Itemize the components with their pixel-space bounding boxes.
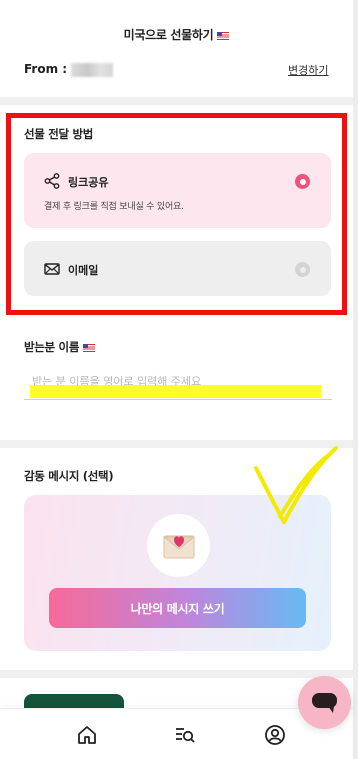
yellow-highlight-annotation <box>30 385 321 398</box>
account-icon[interactable] <box>264 724 286 746</box>
change-link[interactable]: 변경하기 <box>288 62 328 78</box>
us-flag-icon <box>83 343 96 352</box>
search-list-icon[interactable] <box>174 724 196 746</box>
option-description: 결제 후 링크를 직접 보내실 수 있어요. <box>44 202 184 212</box>
chat-button[interactable] <box>298 676 351 729</box>
scroll-gutter <box>353 0 358 759</box>
envelope-circle <box>147 514 210 577</box>
recipient-title: 받는분 이름 <box>24 339 96 355</box>
chat-icon <box>312 693 337 713</box>
from-label: From : <box>24 62 68 76</box>
header: 미국으로 선물하기 From : 변경하기 <box>0 0 353 97</box>
home-icon[interactable] <box>76 724 98 746</box>
envelope-heart-icon <box>162 535 196 559</box>
from-value-redacted <box>71 62 114 77</box>
option-label: 이메일 <box>68 264 99 277</box>
section-divider <box>0 97 353 105</box>
mail-icon <box>44 263 60 275</box>
share-icon <box>44 173 60 189</box>
radio-selected[interactable] <box>295 174 310 189</box>
from-row: From : <box>24 62 114 77</box>
delivery-method-title: 선물 전달 방법 <box>24 127 94 141</box>
yellow-checkmark-annotation <box>254 446 338 524</box>
option-email[interactable]: 이메일 <box>24 241 331 296</box>
radio-unselected[interactable] <box>295 262 310 277</box>
write-message-button[interactable]: 나만의 메시지 쓰기 <box>49 588 306 628</box>
option-link-share[interactable]: 링크공유 결제 후 링크를 직접 보내실 수 있어요. <box>24 153 331 228</box>
us-flag-icon <box>217 31 230 40</box>
option-label: 링크공유 <box>68 176 109 189</box>
message-title: 감동 메시지 (선택) <box>24 469 114 483</box>
page-title: 미국으로 선물하기 <box>0 26 353 43</box>
